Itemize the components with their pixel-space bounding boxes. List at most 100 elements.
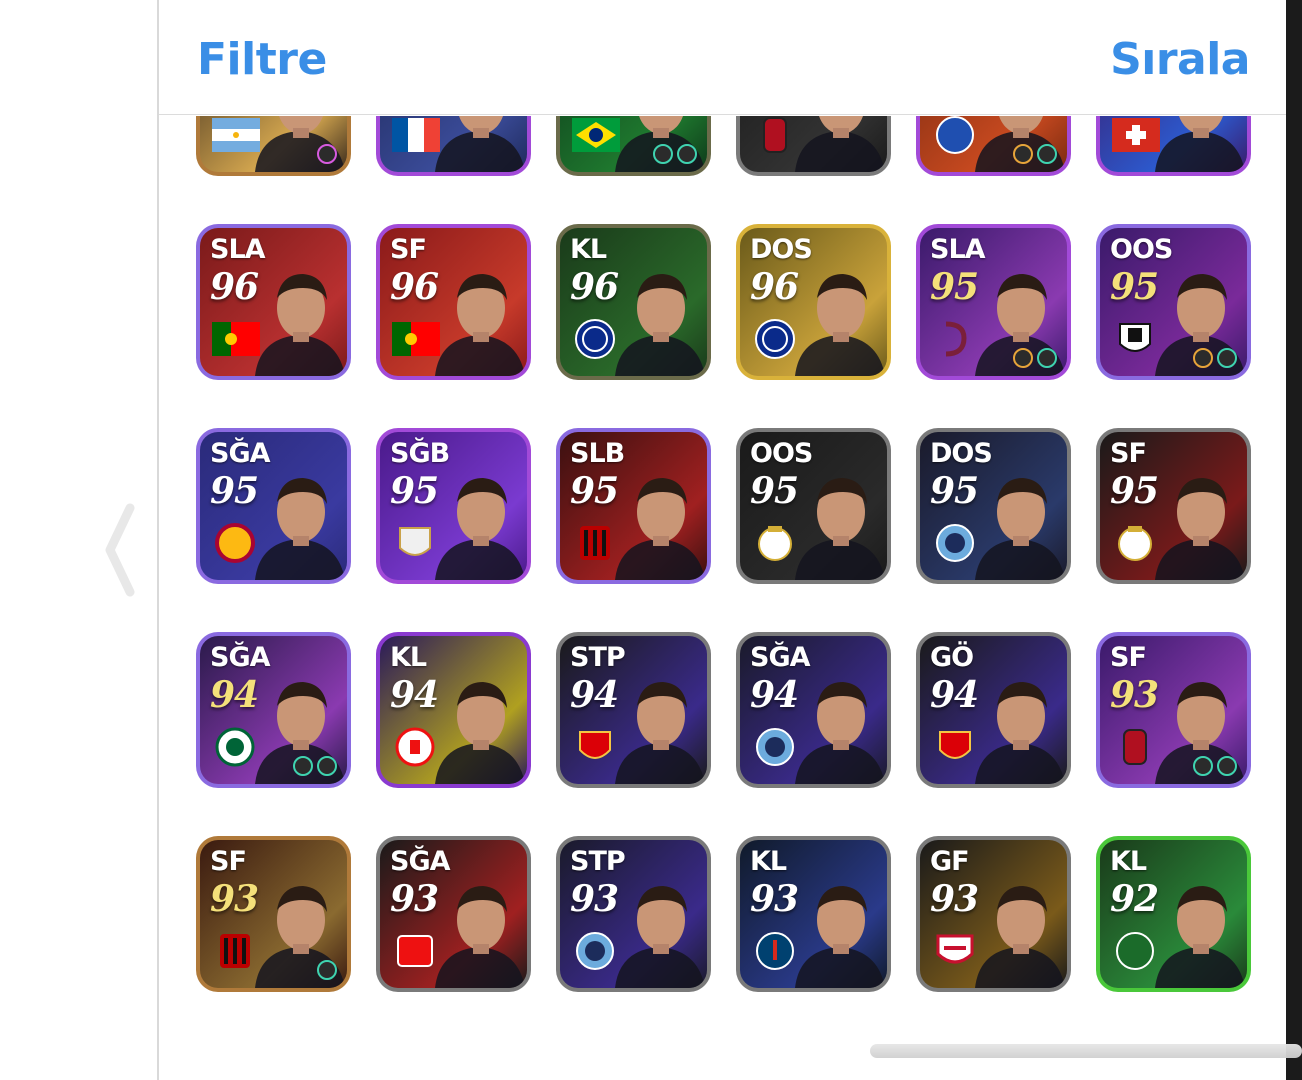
player-portrait-icon [431, 870, 527, 988]
booster-icon [653, 144, 673, 164]
player-card-art: OOS97 [560, 116, 707, 172]
player-card[interactable]: SF 95 [1096, 428, 1251, 584]
player-card[interactable]: SĞB 95 [376, 428, 531, 584]
club-crest-icon [394, 522, 436, 564]
player-position: KL [1110, 846, 1147, 877]
club-crest-icon [1114, 930, 1156, 972]
player-rating: 94 [930, 674, 979, 716]
player-card[interactable]: SLA 96 [196, 224, 351, 380]
player-card[interactable]: KL 92 [1096, 836, 1251, 992]
club-crest-icon [754, 930, 796, 972]
player-card-art: GÖ 94 [920, 636, 1067, 784]
club-crest-icon [754, 522, 796, 564]
player-card[interactable]: SF97 [376, 116, 531, 176]
player-card[interactable]: OOS 95 [1096, 224, 1251, 380]
player-card[interactable]: SLA 95 [916, 224, 1071, 380]
player-card[interactable]: SF101 [196, 116, 351, 176]
player-position: KL [390, 642, 427, 673]
player-card[interactable]: KL96 [556, 224, 711, 380]
player-card-art: SF 95 [1100, 432, 1247, 580]
card-row: SLA 96 SF 96 KL 96 DOS 96 SLA 95 OOS 95 [196, 224, 1256, 380]
player-card[interactable]: OOS 95 [736, 428, 891, 584]
card-row: SĞA 95 SĞB 95 SLB 95 OOS 95 DOS 95 SF 95 [196, 428, 1256, 584]
player-card-art: STP 93 [560, 840, 707, 988]
nation-flag-icon [1112, 118, 1160, 152]
player-list-panel: Filtre Sırala SF101SF97OOS97SĞA97SF96KL9… [157, 0, 1286, 1080]
player-rating: 95 [1110, 470, 1159, 512]
club-crest-icon [214, 930, 256, 972]
club-crest-icon [574, 522, 616, 564]
player-card[interactable]: SĞA97 [736, 116, 891, 176]
player-card[interactable]: SĞA 94 [736, 632, 891, 788]
player-position: SLB [570, 438, 625, 469]
booster-icons [293, 756, 337, 776]
player-card-art: SF96 [380, 228, 527, 376]
player-rating: 94 [390, 674, 439, 716]
sort-button[interactable]: Sırala [1110, 34, 1250, 85]
club-crest-icon [394, 930, 436, 972]
nation-flag-icon [392, 118, 440, 152]
booster-icons [653, 144, 697, 164]
player-card[interactable]: SĞA 93 [376, 836, 531, 992]
player-position: STP [570, 642, 626, 673]
player-card[interactable]: KL 93 [736, 836, 891, 992]
player-card[interactable]: SLB 95 [556, 428, 711, 584]
booster-icon [317, 144, 337, 164]
card-row: SF 93 SĞA 93 STP 93 KL 93 GF 93 KL 92 [196, 836, 1256, 992]
player-card-art: SĞA 95 [200, 432, 347, 580]
player-card[interactable]: SF 93 [196, 836, 351, 992]
player-card-art: SLA 95 [920, 228, 1067, 376]
booster-icon [1013, 348, 1033, 368]
club-crest-icon [1114, 726, 1156, 768]
player-card-art: KL96 [560, 228, 707, 376]
player-card[interactable]: STP 94 [556, 632, 711, 788]
player-card[interactable]: GF 93 [916, 836, 1071, 992]
filter-button[interactable]: Filtre [197, 34, 327, 85]
player-portrait-icon [791, 666, 887, 784]
player-card-art: SF 93 [1100, 636, 1247, 784]
club-crest-icon [754, 726, 796, 768]
booster-icon [1193, 756, 1213, 776]
player-card-art: SF96 [920, 116, 1067, 172]
player-position: OOS [1110, 234, 1173, 265]
player-card-art: SĞA 94 [740, 636, 887, 784]
player-card[interactable]: KL96 [1096, 116, 1251, 176]
player-rating: 96 [390, 266, 439, 308]
player-portrait-icon [1151, 870, 1247, 988]
player-card[interactable]: SF96 [376, 224, 531, 380]
player-card[interactable]: GÖ 94 [916, 632, 1071, 788]
player-portrait-icon [1151, 116, 1247, 172]
booster-icons [1013, 348, 1057, 368]
player-portrait-icon [791, 870, 887, 988]
nation-flag-icon [572, 118, 620, 152]
chevron-left-icon[interactable] [100, 500, 140, 600]
player-card-art: KL96 [1100, 116, 1247, 172]
player-card[interactable]: SĞA 94 [196, 632, 351, 788]
booster-icon [1037, 348, 1057, 368]
player-card[interactable]: STP 93 [556, 836, 711, 992]
club-crest-icon [574, 930, 616, 972]
player-rating: 95 [750, 470, 799, 512]
player-card[interactable]: SF 93 [1096, 632, 1251, 788]
player-card[interactable]: OOS97 [556, 116, 711, 176]
player-position: SĞB [390, 438, 450, 469]
player-portrait-icon [251, 258, 347, 376]
booster-icons [317, 144, 337, 164]
player-card[interactable]: SF96 [916, 116, 1071, 176]
player-card[interactable]: SĞA 95 [196, 428, 351, 584]
player-portrait-icon [611, 462, 707, 580]
player-portrait-icon [791, 462, 887, 580]
player-card[interactable]: DOS 95 [916, 428, 1071, 584]
player-position: SĞA [750, 642, 811, 673]
club-crest-icon [214, 522, 256, 564]
player-rating: 94 [750, 674, 799, 716]
player-position: SLA [210, 234, 266, 265]
scroll-indicator[interactable] [870, 1044, 1302, 1058]
player-rating: 93 [1110, 674, 1159, 716]
player-card[interactable]: KL 94 [376, 632, 531, 788]
club-crest-icon [934, 930, 976, 972]
player-card[interactable]: DOS 96 [736, 224, 891, 380]
player-position: OOS [750, 438, 813, 469]
player-portrait-icon [971, 666, 1067, 784]
player-grid-viewport[interactable]: SF101SF97OOS97SĞA97SF96KL96SLA96SF96KL96… [159, 116, 1286, 1080]
